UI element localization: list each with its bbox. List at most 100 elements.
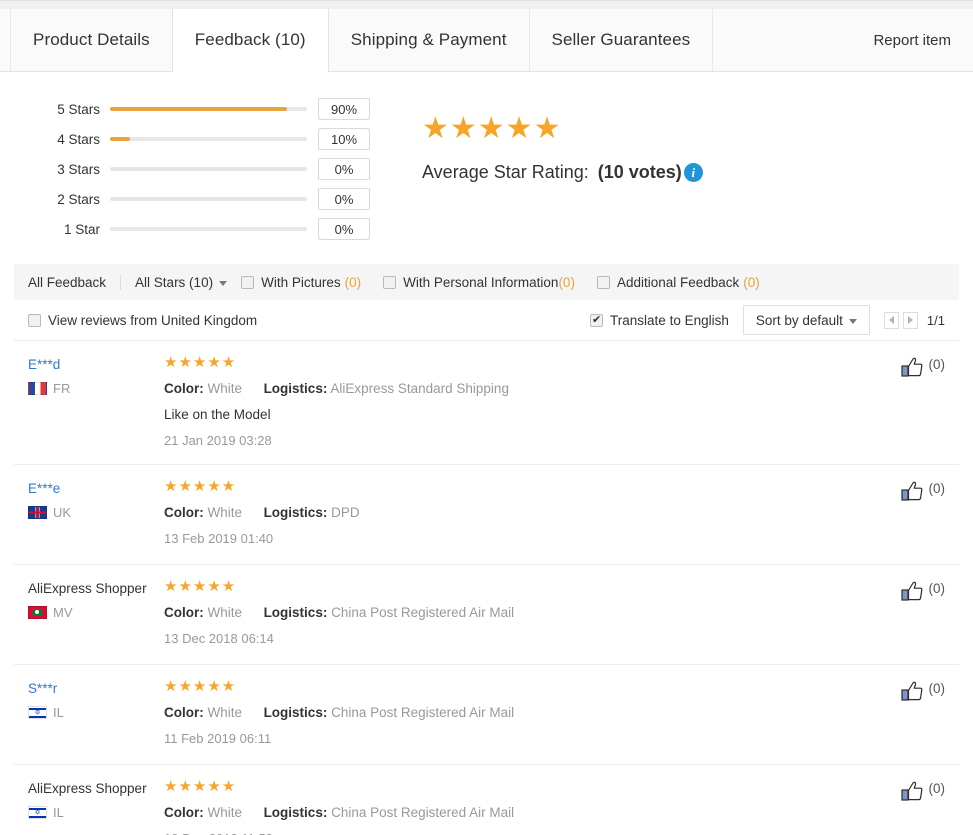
review-color-value: White — [207, 381, 243, 396]
next-page-button[interactable] — [902, 311, 918, 329]
review-helpful: (0) — [865, 579, 945, 648]
review-country: UK — [28, 505, 162, 520]
review-logistics-label: Logistics: — [263, 381, 328, 396]
helpful-count: (0) — [928, 357, 946, 372]
review-date: 13 Feb 2019 01:40 — [164, 531, 274, 546]
helpful-count: (0) — [928, 481, 946, 496]
rating-bar-row[interactable]: 4 Stars 10% — [52, 124, 382, 154]
review-color-label: Color: — [164, 605, 204, 620]
checkbox-icon[interactable] — [28, 313, 41, 327]
rating-summary: 5 Stars 90% 4 Stars 10% 3 Stars 0% 2 Sta… — [0, 72, 973, 256]
feedback-page: Product Details Feedback (10) Shipping &… — [0, 0, 973, 835]
sort-dropdown[interactable]: Sort by default — [742, 305, 870, 335]
tab-label: Seller Guarantees — [551, 30, 691, 49]
tab-product-details[interactable]: Product Details — [10, 9, 173, 71]
helpful-count: (0) — [928, 781, 946, 796]
review-color-value: White — [207, 505, 243, 520]
rating-bar-percent: 0% — [318, 188, 370, 210]
filter-all-stars-dropdown[interactable]: All Stars (10) — [121, 275, 241, 290]
filter-additional-feedback[interactable]: Additional Feedback (0) — [596, 275, 760, 290]
review-meta: Color: White Logistics: China Post Regis… — [164, 805, 865, 820]
rating-bar-track — [110, 167, 307, 171]
review-item: AliExpress Shopper MV ★★★★★ Color: White… — [14, 565, 959, 665]
rating-bar-fill — [110, 137, 130, 141]
checkbox-checked-icon[interactable]: ✔ — [590, 313, 604, 327]
review-color-label: Color: — [164, 705, 204, 720]
reviews-toolbar: View reviews from United Kingdom ✔ Trans… — [14, 300, 959, 341]
thumbs-up-icon[interactable] — [900, 781, 923, 801]
rating-bar-row[interactable]: 1 Star 0% — [52, 214, 382, 244]
rating-bar-percent: 10% — [318, 128, 370, 150]
review-date: 13 Dec 2018 06:14 — [164, 631, 274, 646]
rating-bar-row[interactable]: 5 Stars 90% — [52, 94, 382, 124]
review-stars-icon: ★★★★★ — [164, 478, 237, 495]
rating-bar-row[interactable]: 3 Stars 0% — [52, 154, 382, 184]
review-body: ★★★★★ Color: White Logistics: China Post… — [162, 679, 865, 748]
rating-bar-label: 4 Stars — [57, 131, 100, 147]
review-user: E***e UK — [28, 479, 162, 548]
rating-bar-track — [110, 137, 307, 141]
translate-to-english-toggle[interactable]: ✔ Translate to English — [590, 313, 729, 328]
review-item: E***e UK ★★★★★ Color: White Logistics: D… — [14, 465, 959, 565]
thumbs-up-icon[interactable] — [900, 357, 923, 377]
review-item: AliExpress Shopper IL ★★★★★ Color: White… — [14, 765, 959, 835]
review-country: IL — [28, 705, 162, 720]
review-country-code: FR — [53, 381, 71, 396]
chevron-down-icon — [848, 318, 857, 324]
rating-bar-label: 5 Stars — [57, 101, 100, 117]
review-username[interactable]: E***d — [28, 357, 162, 372]
checkbox-icon[interactable] — [241, 275, 255, 289]
checkbox-icon[interactable] — [383, 275, 397, 289]
tab-bar: Product Details Feedback (10) Shipping &… — [0, 0, 973, 72]
view-reviews-from-country-toggle[interactable]: View reviews from United Kingdom — [28, 313, 257, 328]
review-logistics-label: Logistics: — [263, 605, 328, 620]
flag-fr-icon — [28, 382, 47, 395]
review-user: E***d FR — [28, 355, 162, 448]
chevron-down-icon — [219, 280, 228, 286]
tab-seller-guarantees[interactable]: Seller Guarantees — [528, 9, 714, 71]
review-helpful: (0) — [865, 679, 945, 748]
reviews-toolbar-right: ✔ Translate to English Sort by default 1… — [590, 305, 945, 335]
translate-to-english-label: Translate to English — [610, 312, 729, 328]
review-meta: Color: White Logistics: AliExpress Stand… — [164, 381, 865, 396]
rating-bar-percent: 0% — [318, 158, 370, 180]
review-text: Like on the Model — [164, 407, 271, 422]
rating-bar-percent: 0% — [318, 218, 370, 240]
review-logistics-label: Logistics: — [263, 505, 328, 520]
review-meta: Color: White Logistics: China Post Regis… — [164, 705, 865, 720]
thumbs-up-icon[interactable] — [900, 581, 923, 601]
filter-with-personal-information[interactable]: With Personal Information (0) — [383, 275, 575, 290]
review-helpful: (0) — [865, 779, 945, 835]
filter-with-personal-information-label: With Personal Information — [403, 274, 559, 290]
info-icon[interactable]: i — [683, 163, 703, 182]
tab-feedback[interactable]: Feedback (10) — [171, 9, 329, 72]
review-username[interactable]: E***e — [28, 481, 162, 496]
review-user: AliExpress Shopper MV — [28, 579, 162, 648]
filter-with-pictures[interactable]: With Pictures (0) — [241, 275, 361, 290]
review-logistics-value: China Post Registered Air Mail — [331, 705, 515, 720]
review-country: IL — [28, 805, 162, 820]
filter-all-feedback[interactable]: All Feedback — [28, 274, 122, 290]
pagination: 1/1 — [883, 311, 945, 329]
review-body: ★★★★★ Color: White Logistics: China Post… — [162, 579, 865, 648]
review-meta: Color: White Logistics: China Post Regis… — [164, 605, 865, 620]
review-logistics-value: China Post Registered Air Mail — [331, 605, 515, 620]
tab-shipping-payment[interactable]: Shipping & Payment — [327, 9, 530, 71]
review-stars-icon: ★★★★★ — [164, 778, 237, 795]
rating-bar-row[interactable]: 2 Stars 0% — [52, 184, 382, 214]
reviews-list: E***d FR ★★★★★ Color: White Logistics: A… — [14, 341, 959, 835]
review-item: S***r IL ★★★★★ Color: White Logistics: C… — [14, 665, 959, 765]
helpful-count: (0) — [928, 681, 946, 696]
rating-bar-track — [110, 227, 307, 231]
rating-bar-track — [110, 197, 307, 201]
checkbox-icon[interactable] — [596, 275, 610, 289]
review-username[interactable]: S***r — [28, 681, 162, 696]
report-item-link[interactable]: Report item — [873, 9, 973, 71]
review-logistics-label: Logistics: — [263, 805, 328, 820]
votes-count: (10 votes) — [597, 162, 682, 182]
review-stars-icon: ★★★★★ — [164, 578, 237, 595]
thumbs-up-icon[interactable] — [900, 681, 923, 701]
review-username: AliExpress Shopper — [28, 581, 147, 596]
prev-page-button[interactable] — [883, 311, 899, 329]
thumbs-up-icon[interactable] — [900, 481, 923, 501]
